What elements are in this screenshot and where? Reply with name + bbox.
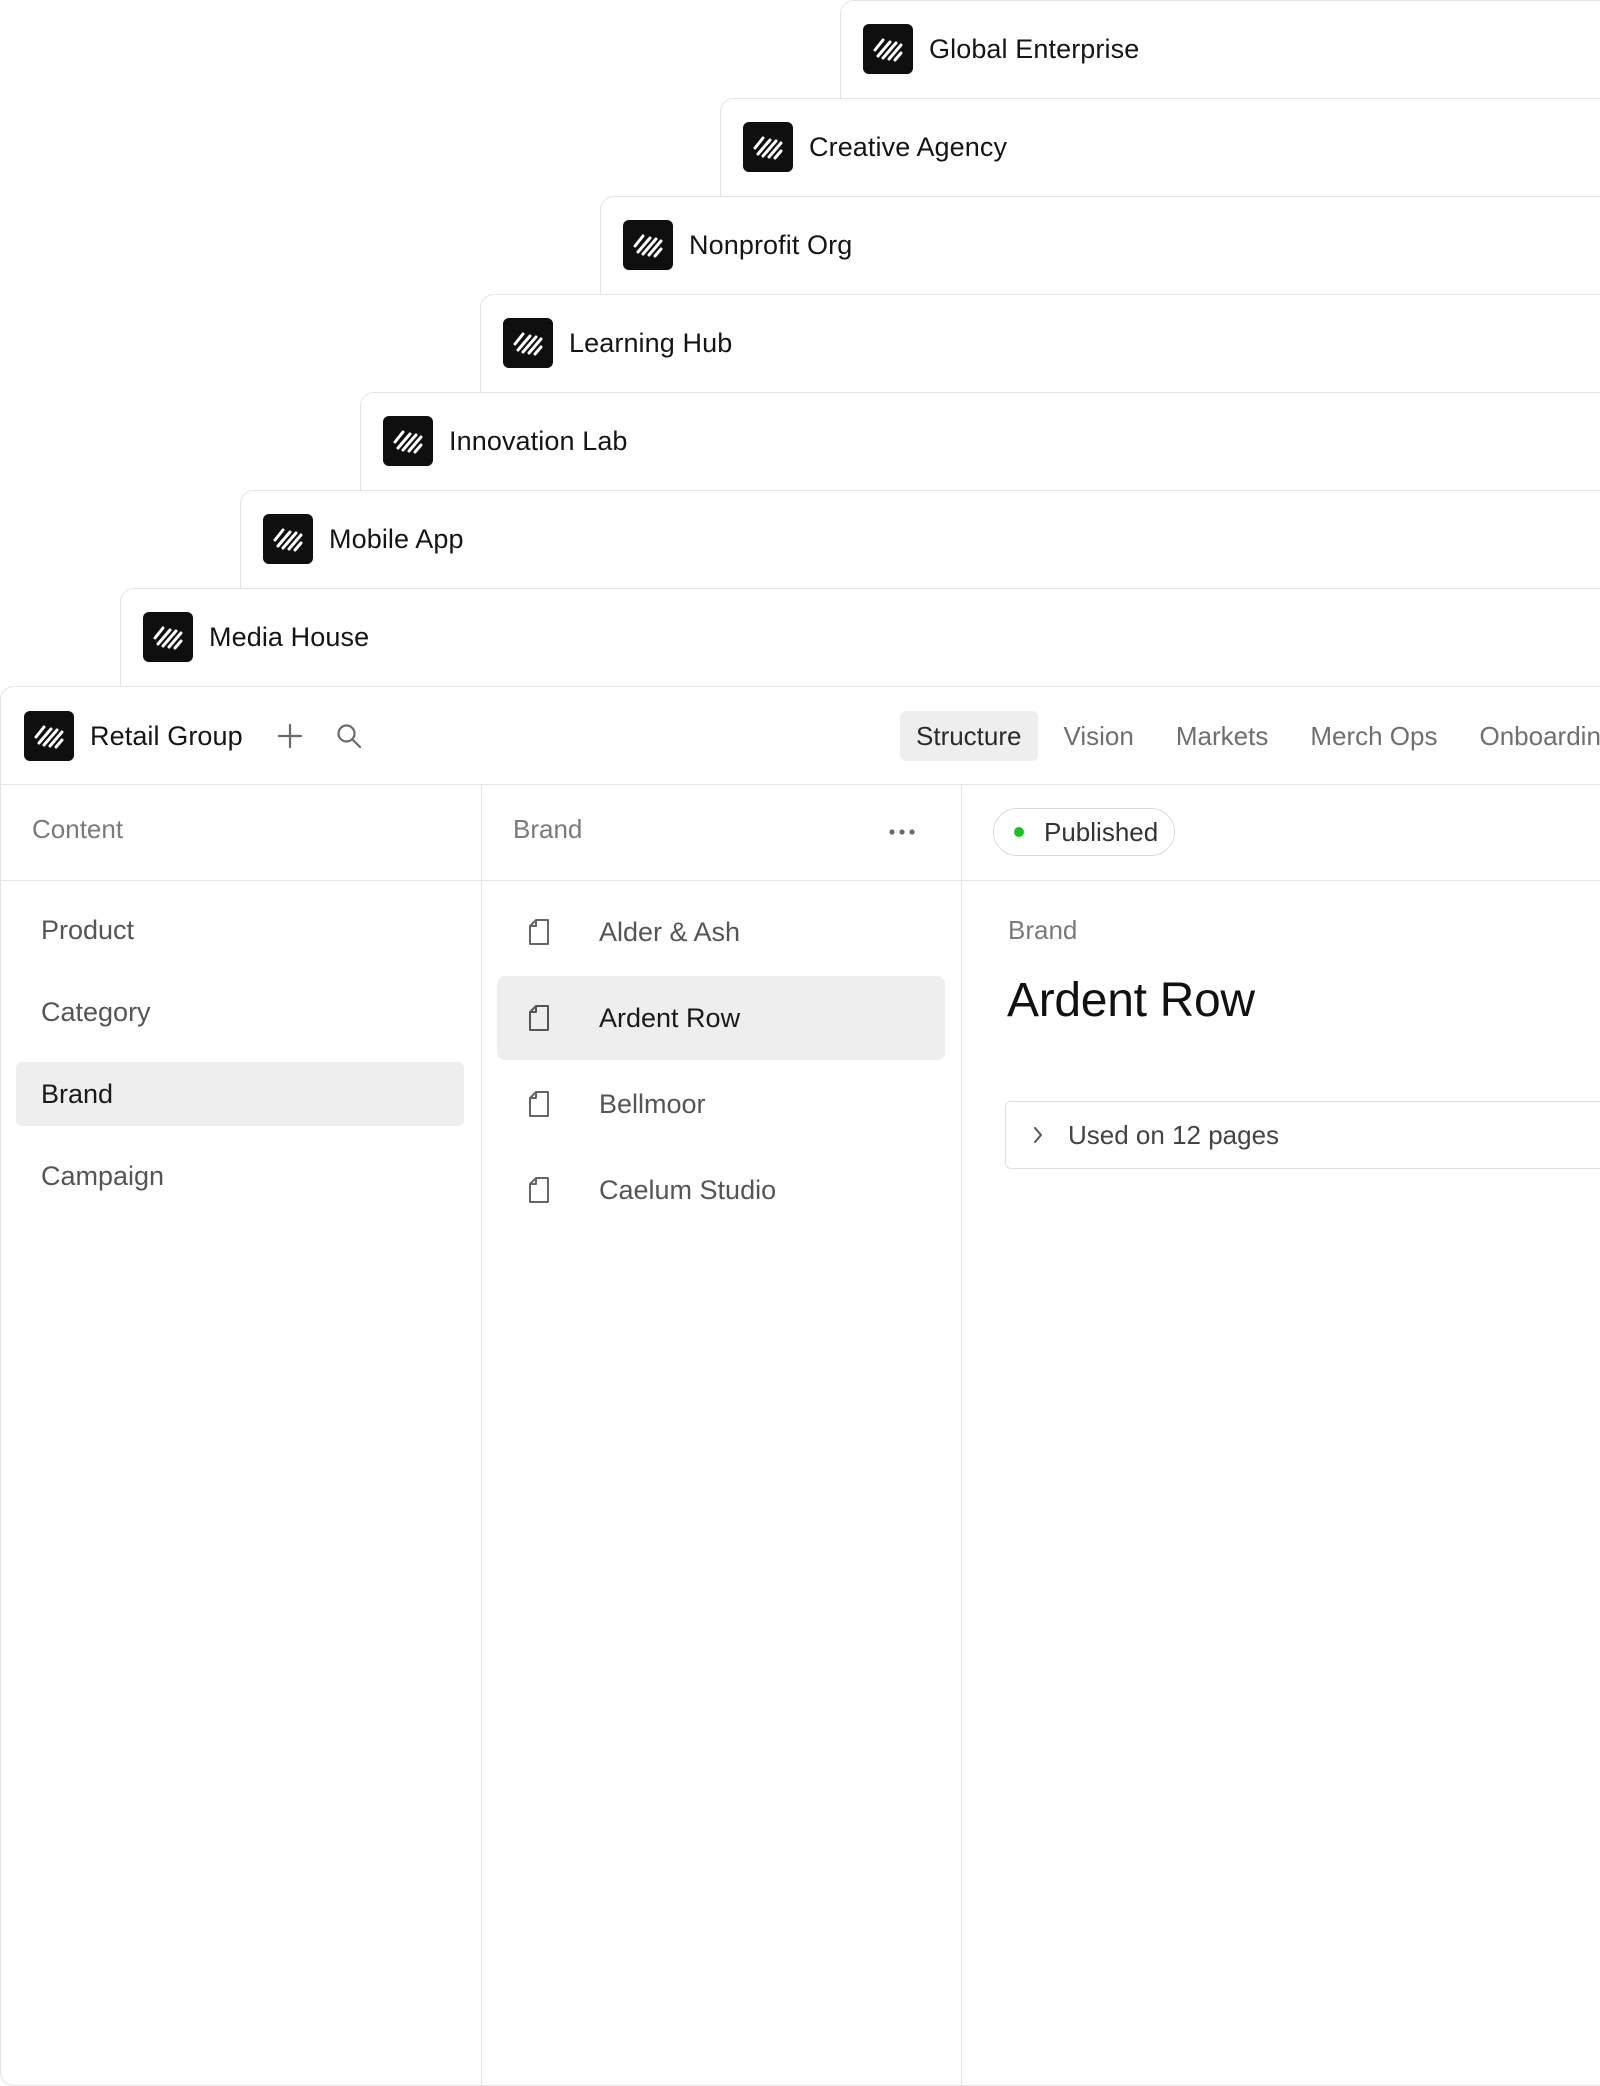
workspace-name: Creative Agency xyxy=(809,131,1008,162)
usage-expander[interactable]: Used on 12 pages xyxy=(1005,1101,1600,1169)
workspace-name: Innovation Lab xyxy=(449,425,628,456)
detail-content: Brand Ardent Row Used on 12 pages xyxy=(961,687,1600,2085)
workspace-logo-icon xyxy=(743,122,793,172)
list-item-label: Ardent Row xyxy=(599,1002,741,1033)
workspace-switcher[interactable]: Retail Group xyxy=(24,711,243,761)
document-icon xyxy=(527,1004,551,1032)
content-type-product[interactable]: Product xyxy=(16,898,464,962)
workspace-logo-icon xyxy=(383,416,433,466)
list-item-label: Caelum Studio xyxy=(599,1174,777,1205)
chevron-right-icon xyxy=(1030,1125,1046,1145)
workspace-logo-icon xyxy=(503,318,553,368)
workspace-name: Global Enterprise xyxy=(929,33,1140,64)
search-icon xyxy=(337,724,362,749)
workspace-logo-icon xyxy=(24,711,74,761)
brand-list-column: Brand Alder & Ash Ardent Row Bellmoor Ca… xyxy=(481,784,962,2085)
workspace-logo-icon xyxy=(263,514,313,564)
entry-title: Ardent Row xyxy=(1007,974,1255,1027)
workspace-name: Nonprofit Org xyxy=(689,229,853,260)
workspace-name: Retail Group xyxy=(90,720,243,751)
plus-icon xyxy=(277,723,303,749)
entry-type-label: Brand xyxy=(1008,915,1078,945)
list-item[interactable]: Bellmoor xyxy=(497,1062,945,1146)
document-icon xyxy=(527,1090,551,1118)
workspace-name: Mobile App xyxy=(329,523,464,554)
list-item[interactable]: Caelum Studio xyxy=(497,1148,945,1232)
workspace-logo-icon xyxy=(863,24,913,74)
column-header: Content xyxy=(1,784,481,881)
workspace-window-retail-group: Retail Group Structure Vision Markets Me… xyxy=(0,686,1600,2086)
workspace-name: Learning Hub xyxy=(569,327,733,358)
workspace-name: Media House xyxy=(209,621,370,652)
document-icon xyxy=(527,918,551,946)
content-column: Content Product Category Brand Campaign xyxy=(1,784,482,2085)
content-type-campaign[interactable]: Campaign xyxy=(16,1144,464,1208)
column-title: Brand xyxy=(513,814,583,844)
document-icon xyxy=(527,1176,551,1204)
content-type-brand[interactable]: Brand xyxy=(16,1062,464,1126)
workspace-logo-icon xyxy=(623,220,673,270)
usage-text: Used on 12 pages xyxy=(1068,1119,1280,1150)
list-item-label: Bellmoor xyxy=(599,1088,706,1119)
workspace-logo-icon xyxy=(143,612,193,662)
list-item[interactable]: Ardent Row xyxy=(497,976,945,1060)
list-item[interactable]: Alder & Ash xyxy=(497,890,945,974)
column-title: Content xyxy=(32,814,124,844)
more-horizontal-icon xyxy=(889,829,915,835)
column-header: Brand xyxy=(481,784,961,881)
search-button[interactable] xyxy=(330,717,368,755)
content-type-category[interactable]: Category xyxy=(16,980,464,1044)
more-options-button[interactable] xyxy=(885,818,919,846)
add-button[interactable] xyxy=(271,717,309,755)
list-item-label: Alder & Ash xyxy=(599,916,741,947)
